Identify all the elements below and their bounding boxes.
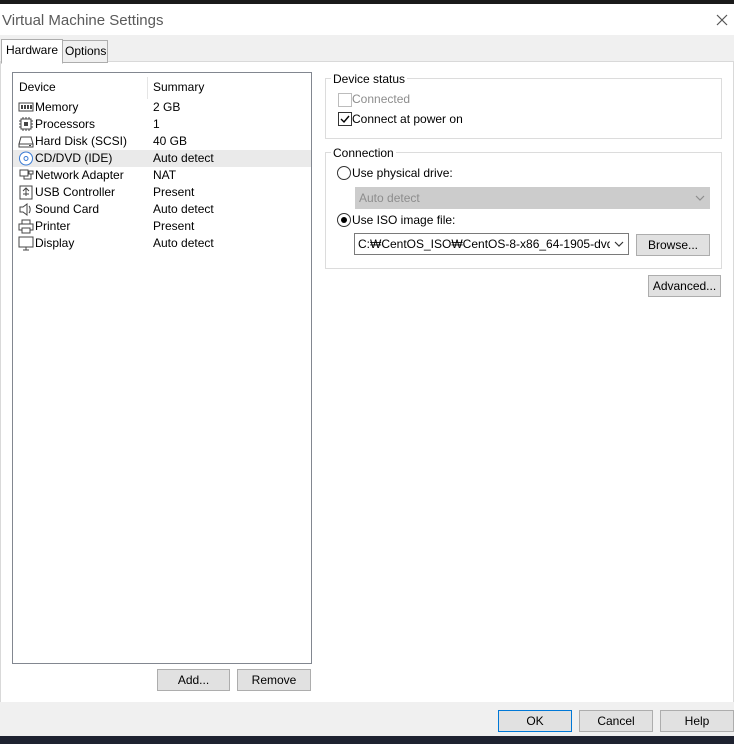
device-list[interactable]: Device Summary Memory 2 GB Processors 1 … (12, 72, 312, 664)
taskbar-strip (0, 736, 734, 744)
physical-drive-value: Auto detect (359, 191, 420, 205)
network-adapter-icon (19, 169, 34, 180)
tab-hardware[interactable]: Hardware (1, 39, 63, 64)
device-name: Display (35, 236, 75, 250)
connected-label: Connected (352, 92, 411, 106)
physical-drive-select[interactable]: Auto detect (355, 187, 710, 209)
sound-card-icon (19, 203, 31, 216)
device-summary: Auto detect (153, 202, 214, 216)
device-column-header[interactable]: Device (19, 80, 56, 94)
device-row-processors[interactable]: Processors 1 (13, 116, 311, 133)
use-iso-image-radio[interactable] (337, 213, 351, 227)
tab-hardware-label: Hardware (6, 43, 59, 57)
close-button[interactable] (712, 10, 732, 30)
device-summary: 40 GB (153, 134, 188, 148)
device-summary: 1 (153, 117, 160, 131)
hard-disk-icon (18, 136, 34, 148)
device-summary: Auto detect (153, 236, 214, 250)
advanced-button[interactable]: Advanced... (648, 275, 721, 297)
window-title: Virtual Machine Settings (2, 12, 164, 29)
display-icon (18, 236, 34, 251)
device-name: Processors (35, 117, 96, 131)
device-status-group (325, 78, 722, 139)
title-bar[interactable]: Virtual Machine Settings (0, 4, 734, 35)
device-summary: Auto detect (153, 151, 214, 165)
device-row-hard-disk[interactable]: Hard Disk (SCSI) 40 GB (13, 133, 311, 150)
use-physical-drive-label: Use physical drive: (352, 166, 453, 180)
cd-dvd-icon (19, 151, 33, 166)
connected-checkbox[interactable] (338, 93, 352, 107)
device-status-legend: Device status (331, 72, 408, 86)
column-separator[interactable] (147, 77, 148, 99)
device-row-memory[interactable]: Memory 2 GB (13, 99, 311, 116)
device-name: USB Controller (35, 185, 116, 199)
device-list-header: Device Summary (13, 73, 311, 99)
iso-path-combobox[interactable]: C:₩CentOS_ISO₩CentOS-8-x86_64-1905-dvd1.… (354, 233, 629, 255)
device-summary: Present (153, 219, 195, 233)
device-summary: 2 GB (153, 100, 181, 114)
remove-device-button[interactable]: Remove (237, 669, 311, 691)
summary-column-header[interactable]: Summary (153, 80, 204, 94)
device-name: Memory (35, 100, 79, 114)
device-row-network-adapter[interactable]: Network Adapter NAT (13, 167, 311, 184)
device-name: CD/DVD (IDE) (35, 151, 113, 165)
chevron-down-icon[interactable] (614, 239, 624, 249)
processor-icon (19, 117, 33, 131)
tab-options-label: Options (65, 44, 107, 58)
checkmark-icon (340, 115, 350, 124)
device-row-usb-controller[interactable]: USB Controller Present (13, 184, 311, 201)
device-summary: NAT (153, 168, 177, 182)
connect-at-power-on-checkbox[interactable] (338, 112, 352, 126)
iso-path-value: C:₩CentOS_ISO₩CentOS-8-x86_64-1905-dvd1.… (358, 237, 610, 251)
tab-options[interactable]: Options (60, 40, 108, 63)
device-row-cd-dvd[interactable]: CD/DVD (IDE) Auto detect (13, 150, 311, 167)
device-name: Network Adapter (35, 168, 124, 182)
device-row-sound-card[interactable]: Sound Card Auto detect (13, 201, 311, 218)
device-summary: Present (153, 185, 195, 199)
usb-controller-icon (19, 185, 33, 200)
ok-button[interactable]: OK (498, 710, 572, 732)
printer-icon (18, 219, 34, 234)
device-name: Hard Disk (SCSI) (35, 134, 128, 148)
radio-selected-dot (341, 217, 347, 223)
chevron-down-icon (695, 195, 705, 201)
close-icon (716, 14, 728, 26)
device-name: Printer (35, 219, 71, 233)
connect-at-power-on-label: Connect at power on (352, 112, 463, 126)
connection-legend: Connection (331, 146, 396, 160)
help-button[interactable]: Help (660, 710, 734, 732)
add-device-button[interactable]: Add... (157, 669, 230, 691)
use-iso-image-label: Use ISO image file: (352, 213, 456, 227)
use-physical-drive-radio[interactable] (337, 166, 351, 180)
browse-button[interactable]: Browse... (636, 234, 710, 256)
device-row-display[interactable]: Display Auto detect (13, 235, 311, 252)
device-row-printer[interactable]: Printer Present (13, 218, 311, 235)
device-name: Sound Card (35, 202, 100, 216)
cancel-button[interactable]: Cancel (579, 710, 653, 732)
memory-icon (18, 102, 34, 112)
